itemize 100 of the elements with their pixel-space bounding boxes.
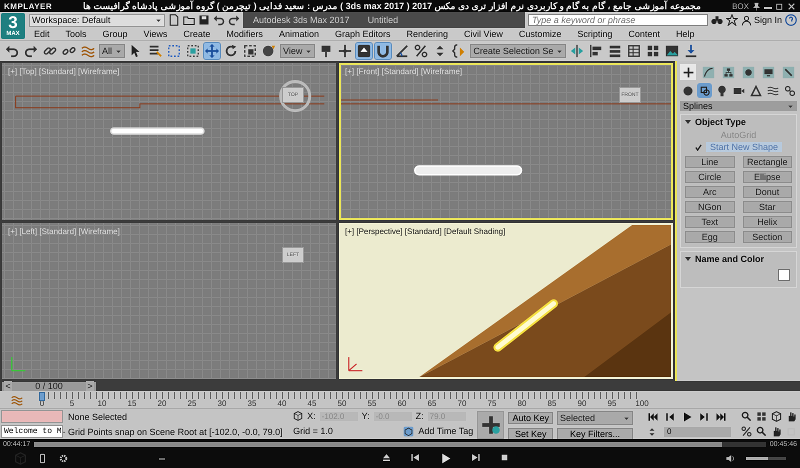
- collapse-icon[interactable]: [685, 120, 691, 124]
- workspace-dropdown[interactable]: Workspace: Default: [29, 14, 165, 26]
- frame-number: 95: [608, 399, 616, 408]
- color-swatch[interactable]: [778, 269, 790, 281]
- named-selection-dropdown[interactable]: Create Selection Se: [470, 44, 566, 58]
- frame-field[interactable]: 0: [664, 426, 731, 437]
- menu-item[interactable]: Edit: [26, 29, 58, 39]
- object-type-button[interactable]: NGon: [685, 201, 734, 213]
- volume-slider[interactable]: [746, 457, 786, 460]
- dashed-square-tool-button[interactable]: [166, 43, 182, 59]
- object-type-button[interactable]: Star: [742, 201, 792, 213]
- layers-tool-button[interactable]: [607, 43, 624, 59]
- mirror-tool-button[interactable]: [569, 43, 586, 59]
- frame-number: 35: [248, 399, 256, 408]
- checkbox[interactable]: [694, 144, 702, 150]
- maximize-icon: [775, 2, 784, 10]
- compass-ring-drawing: [279, 80, 312, 112]
- download-tool-button[interactable]: [683, 43, 700, 59]
- viewport[interactable]: [+] [Perspective] [Standard] [Default Shading]: [339, 222, 673, 379]
- up-arrow-box-tool-button[interactable]: [356, 43, 372, 59]
- object-type-button[interactable]: Text: [685, 216, 734, 228]
- collapse-icon[interactable]: [685, 257, 691, 261]
- time-slider[interactable]: < 0 / 100 >: [2, 382, 96, 390]
- menu-item[interactable]: Customize: [510, 29, 570, 39]
- script-listener-field[interactable]: Welcome to M.: [1, 425, 63, 438]
- table-tool-button[interactable]: [626, 43, 642, 59]
- sphere-tool-button[interactable]: [261, 43, 278, 59]
- triangle-category-button[interactable]: [748, 83, 763, 98]
- menu-item[interactable]: Graph Editors: [326, 29, 398, 39]
- menu-item[interactable]: Content: [620, 29, 668, 39]
- menu-item[interactable]: Views: [136, 29, 176, 39]
- rollout-title[interactable]: Object Type: [695, 117, 746, 127]
- object-type-button[interactable]: Arc: [685, 186, 734, 198]
- object-type-button[interactable]: Ellipse: [742, 171, 792, 183]
- redo-tool-button[interactable]: [23, 43, 39, 59]
- hierarchy-tab[interactable]: [720, 64, 736, 80]
- search-field[interactable]: Type a keyword or phrase: [528, 14, 708, 26]
- magnet-tool-button[interactable]: [375, 43, 392, 59]
- angle-tool-button[interactable]: [394, 43, 410, 59]
- wrench-tab[interactable]: [780, 64, 797, 80]
- chain-category-button[interactable]: [782, 83, 797, 98]
- object-type-button[interactable]: Line: [685, 156, 734, 168]
- transform-mode-icon: [293, 411, 304, 422]
- frame-number: 70: [458, 399, 466, 408]
- list-icon: [148, 44, 162, 58]
- move-tool-button[interactable]: [204, 43, 220, 59]
- grid-tool-button[interactable]: [645, 43, 662, 59]
- menu-item[interactable]: Modifiers: [218, 29, 271, 39]
- axis-tripod-icon: [348, 356, 363, 371]
- light-bulb-icon: [716, 84, 728, 96]
- box-label[interactable]: BOX: [732, 2, 749, 10]
- category-dropdown[interactable]: Splines: [680, 101, 797, 111]
- menu-item[interactable]: Tools: [58, 29, 95, 39]
- image-tool-button[interactable]: [664, 43, 680, 59]
- selection-filter-dropdown[interactable]: All: [99, 44, 126, 58]
- align-tool-button[interactable]: [588, 43, 604, 59]
- object-type-button[interactable]: Section: [742, 231, 792, 243]
- frame-number: 45: [308, 399, 316, 408]
- next-button[interactable]: >: [86, 381, 94, 391]
- monitor-tab[interactable]: [760, 64, 777, 80]
- menu-item[interactable]: Group: [94, 29, 136, 39]
- minimize-icon[interactable]: [764, 6, 772, 8]
- reference-dropdown[interactable]: View: [280, 44, 316, 58]
- shapes-category-button[interactable]: [697, 83, 712, 98]
- object-type-button[interactable]: Rectangle: [742, 156, 792, 168]
- field-of-view-icon: [756, 426, 767, 438]
- set-key-button[interactable]: [477, 411, 504, 439]
- plus-tab[interactable]: [680, 64, 696, 80]
- auto-key-button[interactable]: Auto Key: [508, 412, 553, 424]
- add-time-tag-link[interactable]: Add Time Tag: [418, 426, 474, 436]
- rollout-title[interactable]: Name and Color: [695, 254, 764, 264]
- set-key-mode-button[interactable]: Set Key: [508, 428, 553, 440]
- object-type-button[interactable]: Egg: [685, 231, 734, 243]
- crosshair-tool-button[interactable]: [337, 43, 354, 59]
- menu-item[interactable]: Create: [175, 29, 218, 39]
- menu-item[interactable]: Animation: [270, 29, 327, 39]
- menu-item[interactable]: Help: [668, 29, 702, 39]
- menu-item[interactable]: Civil View: [456, 29, 511, 39]
- object-type-button[interactable]: Donut: [742, 186, 792, 198]
- curve-tab[interactable]: [700, 64, 716, 80]
- undo-tool-button[interactable]: [4, 43, 20, 59]
- percent-icon: [414, 44, 428, 58]
- download-icon: [684, 44, 698, 58]
- object-type-button[interactable]: Circle: [685, 171, 734, 183]
- previous-button[interactable]: <: [4, 381, 12, 391]
- menu-item[interactable]: Rendering: [398, 29, 456, 39]
- key-mode-dropdown[interactable]: Selected: [557, 411, 633, 425]
- circle-tab[interactable]: [740, 64, 757, 80]
- time-tag-icon: [403, 426, 414, 437]
- viewport-label[interactable]: [+] [Perspective] [Standard] [Default Shading]: [345, 226, 506, 236]
- crosshair-icon: [338, 44, 352, 58]
- sign-in-link[interactable]: Sign In: [754, 15, 782, 25]
- list-tool-button[interactable]: [147, 43, 164, 59]
- scale-tool-button[interactable]: [242, 43, 258, 59]
- menu-item[interactable]: Scripting: [569, 29, 620, 39]
- object-type-button[interactable]: Helix: [742, 216, 792, 228]
- key-filters-button[interactable]: Key Filters...: [557, 428, 633, 440]
- dashed-square-dot-tool-button[interactable]: [185, 43, 202, 59]
- percent-tool-button[interactable]: [413, 43, 430, 59]
- frame-thumb[interactable]: [39, 392, 45, 401]
